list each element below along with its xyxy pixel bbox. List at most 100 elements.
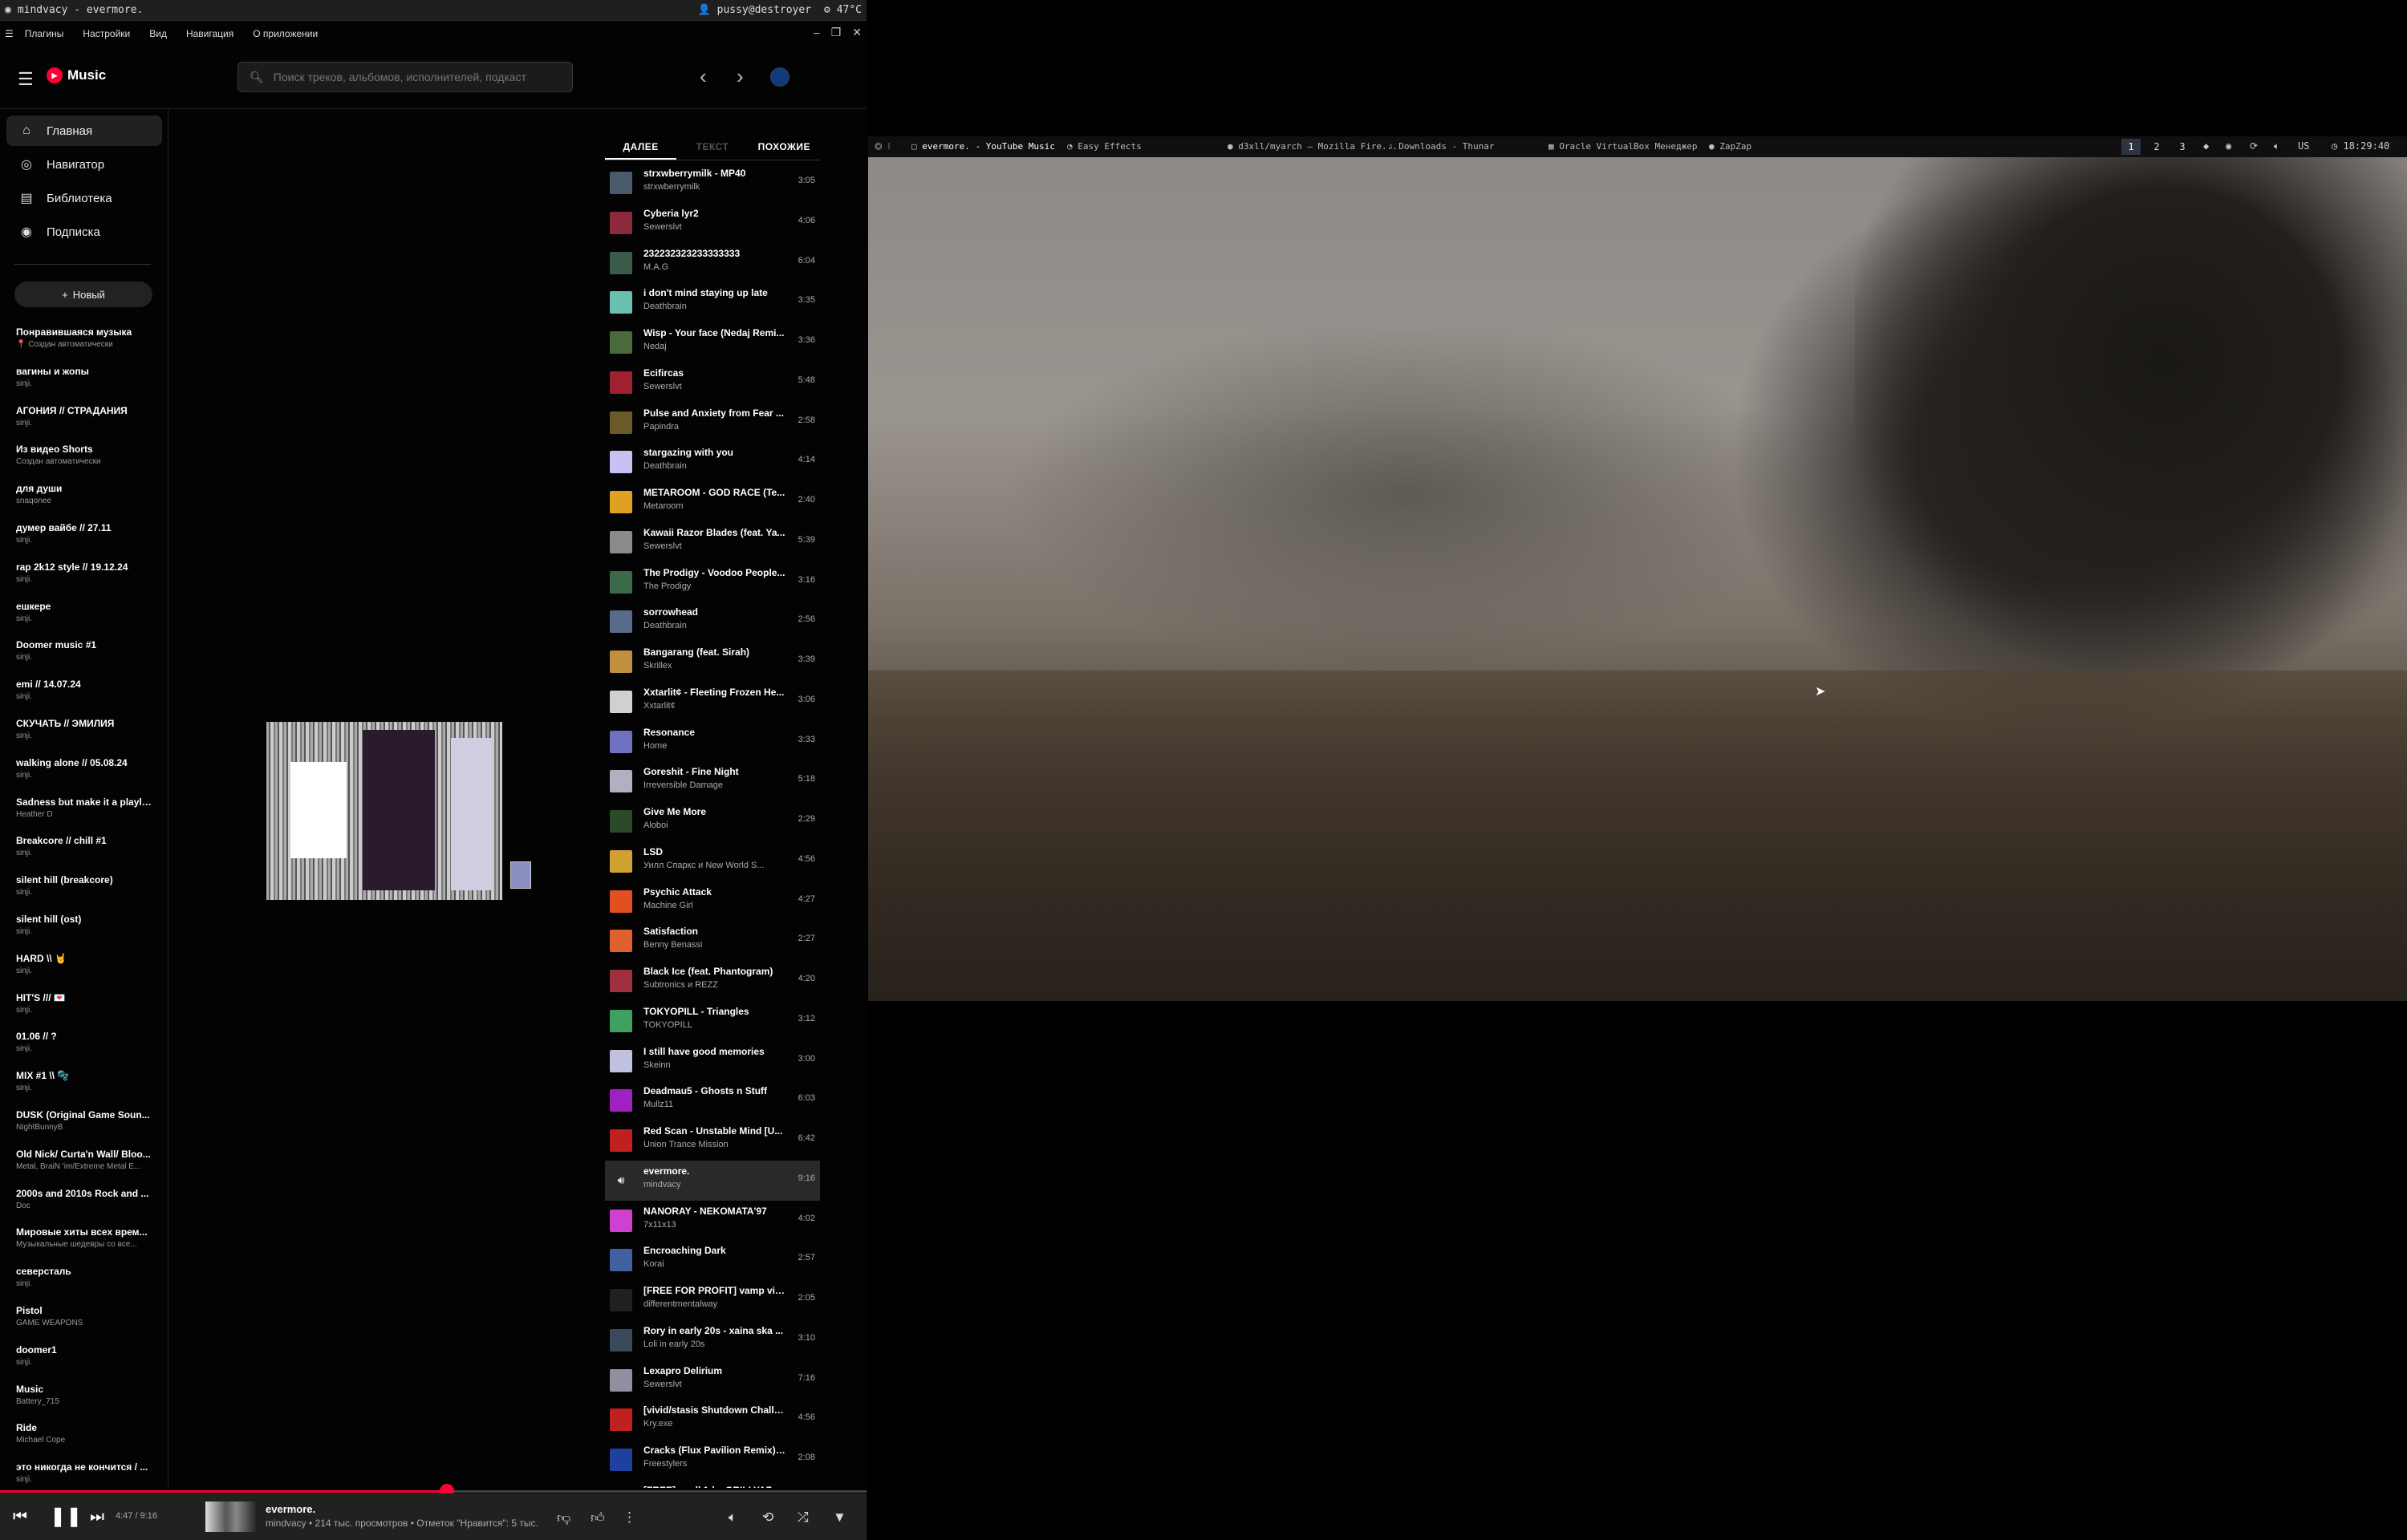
shuffle-icon[interactable]: ⤮ [798,1510,809,1526]
queue-item[interactable]: TOKYOPILL - Triangles TOKYOPILL 3:12 [605,1001,820,1041]
workspace-2[interactable]: 2 [2147,139,2166,155]
queue-item[interactable]: [FREE FOR PROFIT] vamp viol... differentm… [605,1280,820,1320]
youtube-music-logo[interactable]: ▶ Music [47,67,106,83]
playlist-item[interactable]: Понравившаяся музыка 📍 Создан автоматичес… [16,326,152,351]
menu-about[interactable]: О приложении [245,25,326,43]
forward-arrow-icon[interactable]: › [737,64,744,89]
dislike-icon[interactable]: 👎︎ [557,1510,570,1526]
task-firefox[interactable]: ● d3xll/myarch — Mozilla Fire... [1228,141,1398,152]
queue-item[interactable]: [FREE] madk1d x GRILLYAZH... [605,1480,820,1488]
playlist-item[interactable]: Music Battery_715 [16,1383,152,1408]
tray-volume-icon[interactable]: 🔈︎ [2274,140,2279,152]
playlist-item[interactable]: HARD \\ 🤘 sinji. [16,952,152,978]
queue-item[interactable]: Give Me More Aloboi 2:29 [605,801,820,841]
menu-navigation[interactable]: Навигация [178,25,242,43]
queue-item[interactable]: Lexapro Delirium Sewerslvt 7:16 [605,1360,820,1400]
avatar[interactable] [770,67,789,87]
more-options-icon[interactable]: ⋮ [623,1510,636,1526]
queue-item[interactable]: Black Ice (feat. Phantogram) Subtronics и… [605,961,820,1001]
queue-item[interactable]: Pulse and Anxiety from Fear ... Papindra 2… [605,403,820,443]
now-playing-title[interactable]: evermore. [266,1503,315,1515]
playlist-item[interactable]: Pistol GAME WEAPONS [16,1304,152,1330]
queue-item[interactable]: Xxtarlit¢ - Fleeting Frozen He... Xxtarli… [605,682,820,722]
sidebar-item-library[interactable]: ▤ Библиотека [6,183,162,213]
restore-icon[interactable]: ❐ [831,26,842,39]
playlist-item[interactable]: Breakcore // chill #1 sinji. [16,834,152,860]
volume-icon[interactable]: 🔈︎ [729,1510,737,1526]
task-youtube-music[interactable]: ▢ evermore. - YouTube Music [911,141,1055,152]
playlist-item[interactable]: АГОНИЯ // СТРАДАНИЯ sinji. [16,404,152,430]
queue-item[interactable]: strxwberrymilk - MP40 strxwberrymilk 3:05 [605,163,820,203]
new-playlist-button[interactable]: + Новый [14,282,152,307]
playlist-item[interactable]: ешкере sinji. [16,600,152,626]
queue-item[interactable]: i don't mind staying up late Deathbrain 3:… [605,282,820,322]
queue-item[interactable]: Cracks (Flux Pavilion Remix) ... Freestyl… [605,1440,820,1480]
playlist-item[interactable]: 01.06 // ? sinji. [16,1030,152,1056]
queue-item[interactable]: Bangarang (feat. Sirah) Skrillex 3:39 [605,642,820,682]
menu-view[interactable]: Вид [141,25,175,43]
sidebar-item-home[interactable]: ⌂ Главная [6,116,162,146]
playlist-item[interactable]: HIT'S /// 💌 sinji. [16,991,152,1017]
progress-bar[interactable] [0,1484,867,1498]
playlist-item[interactable]: DUSK (Original Game Soun... NightBunnyB [16,1108,152,1134]
like-icon[interactable]: 👍︎ [591,1510,605,1526]
previous-icon[interactable]: ⏮ [13,1508,27,1526]
minimize-icon[interactable]: – [814,26,820,39]
sidebar-item-subscription[interactable]: ◉ Подписка [6,217,162,247]
queue-item[interactable]: Red Scan - Unstable Mind [U... Union Tran… [605,1121,820,1161]
playlist-item[interactable]: Sadness but make it a playli... Heather D [16,796,152,821]
queue-item[interactable]: The Prodigy - Voodoo People... The Prodig… [605,562,820,602]
playlist-item[interactable]: doomer1 sinji. [16,1343,152,1369]
playlist-item[interactable]: для души snaqonee [16,482,152,508]
playlist-item[interactable]: Из видео Shorts Создан автоматически [16,443,152,468]
queue-item[interactable]: Kawaii Razor Blades (feat. Ya... Sewerslv… [605,522,820,562]
keyboard-layout[interactable]: US [2298,140,2309,152]
queue-item[interactable]: Ecifircas Sewerslvt 5:48 [605,363,820,403]
workspace-1[interactable]: 1 [2121,139,2141,155]
search-input[interactable] [273,71,562,83]
playlist-item[interactable]: Ride Michael Cope [16,1421,152,1447]
clock[interactable]: ◷ 18:29:40 [2332,140,2389,152]
playlist-item[interactable]: это никогда не кончится / ... sinji. [16,1461,152,1486]
task-easy-effects[interactable]: ◔ Easy Effects [1067,141,1142,152]
tab-lyrics[interactable]: ТЕКСТ [676,135,748,160]
queue-item[interactable]: LSD Уилл Спаркс и New World S... 4:56 [605,841,820,881]
queue-item[interactable]: Goreshit - Fine Night Irreversible Damage… [605,761,820,801]
queue-item[interactable]: I still have good memories Skeinn 3:00 [605,1041,820,1081]
tray-sync-icon[interactable]: ⟳ [2250,140,2258,152]
tab-related[interactable]: ПОХОЖИЕ [749,135,820,160]
menu-hamburger-icon[interactable]: ☰ [5,28,14,39]
playlist-item[interactable]: MIX #1 \\ 🫧 sinji. [16,1069,152,1095]
queue-item[interactable]: Rory in early 20s - xaina ska ... Loli in… [605,1320,820,1360]
workspace-3[interactable]: 3 [2173,139,2192,155]
expand-player-icon[interactable]: ▼ [833,1510,846,1526]
queue-item[interactable]: Encroaching Dark Korai 2:57 [605,1240,820,1280]
playlist-item[interactable]: Мировые хиты всех врем... Музыкальные шед… [16,1226,152,1251]
close-icon[interactable]: ✕ [852,26,862,39]
next-icon[interactable]: ⏭ [90,1508,104,1526]
playlist-item[interactable]: думер вайбе // 27.11 sinji. [16,521,152,547]
task-zapzap[interactable]: ● ZapZap [1709,141,1751,152]
playlist-item[interactable]: silent hill (breakcore) sinji. [16,873,152,899]
task-virtualbox[interactable]: ▦ Oracle VirtualBox Менеджер [1549,141,1697,152]
menu-plugins[interactable]: Плагины [17,25,72,43]
menu-settings[interactable]: Настройки [75,25,138,43]
playlist-item[interactable]: emi // 14.07.24 sinji. [16,678,152,703]
queue-item[interactable]: [vivid/stasis Shutdown Challe... Kry.exe 4… [605,1400,820,1440]
task-thunar[interactable]: ⇩ Downloads - Thunar [1388,141,1494,152]
queue-item[interactable]: NANORAY - NEKOMATA'97 7x11x13 4:02 [605,1201,820,1241]
repeat-icon[interactable]: ⟲ [762,1510,773,1526]
playlist-item[interactable]: вагины и жопы sinji. [16,365,152,391]
sidebar-item-explore[interactable]: ◎ Навигатор [6,149,162,180]
queue-item[interactable]: Satisfaction Benny Benassi 2:27 [605,921,820,961]
back-arrow-icon[interactable]: ‹ [700,64,707,89]
queue-item[interactable]: sorrowhead Deathbrain 2:56 [605,602,820,642]
playlist-item[interactable]: СКУЧАТЬ // ЭМИЛИЯ sinji. [16,717,152,743]
queue-item[interactable]: stargazing with you Deathbrain 4:14 [605,442,820,482]
tray-network-icon[interactable]: ◉ [2226,140,2231,152]
playlist-item[interactable]: rap 2k12 style // 19.12.24 sinji. [16,561,152,586]
queue-item[interactable]: METAROOM - GOD RACE (Te... Metaroom 2:40 [605,482,820,522]
queue-item[interactable]: Deadmau5 - Ghosts n Stuff Mullz11 6:03 [605,1080,820,1121]
queue-item[interactable]: Cyberia lyr2 Sewerslvt 4:06 [605,203,820,243]
mini-thumbnail[interactable] [510,861,531,889]
